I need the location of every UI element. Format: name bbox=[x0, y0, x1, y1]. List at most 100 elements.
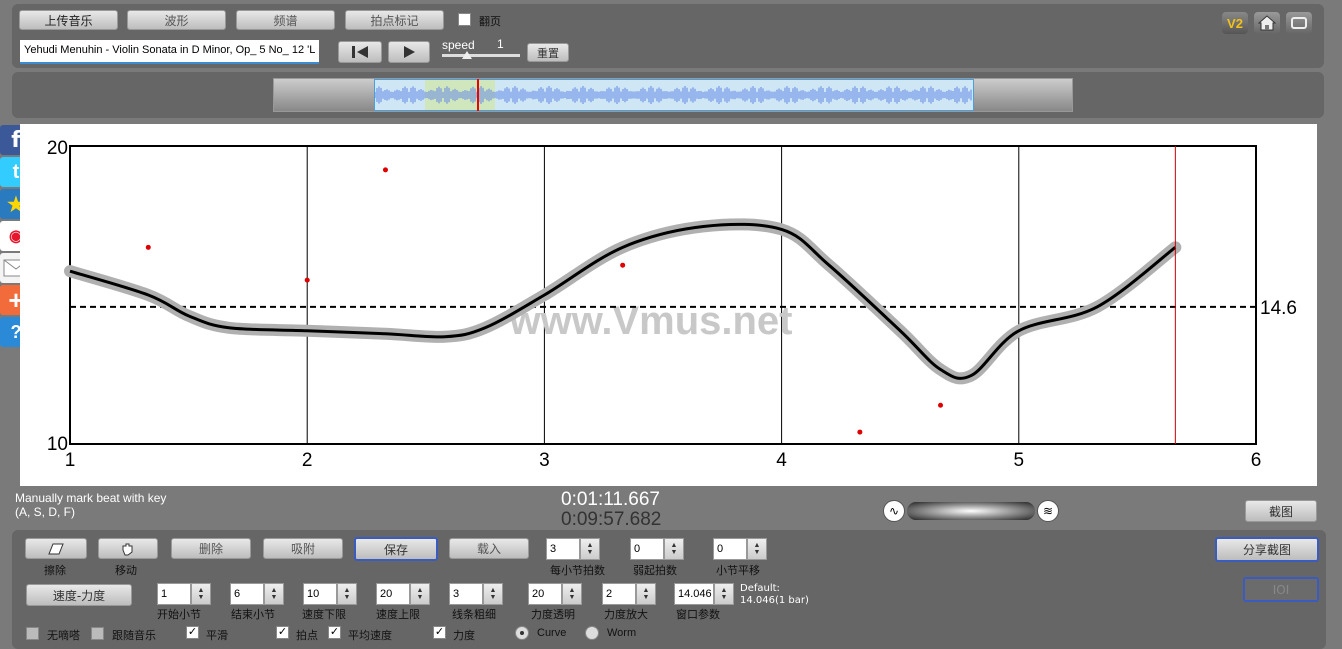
end-bar-arrows[interactable]: ▲ ▼ bbox=[264, 583, 284, 605]
worm-label: Worm bbox=[607, 627, 637, 639]
end-bar-stepper[interactable]: ▲▼ bbox=[230, 583, 286, 605]
tempo-max-arrows[interactable]: ▲ ▼ bbox=[410, 583, 430, 605]
bar-shift-label: 小节平移 bbox=[716, 564, 760, 577]
tempo-min-label: 速度下限 bbox=[302, 608, 346, 621]
tempo-chart[interactable]: www.Vmus.net 14.61 2 3 4 5 61020 bbox=[20, 124, 1317, 486]
speed-value: 1 bbox=[497, 37, 504, 51]
waveform-graphic bbox=[375, 86, 972, 104]
speed-slider-thumb[interactable] bbox=[462, 51, 472, 59]
no-click-label: 无嘀嗒 bbox=[47, 629, 80, 642]
curve-radio[interactable] bbox=[515, 626, 529, 640]
line-width-input[interactable] bbox=[449, 583, 483, 605]
home-button[interactable] bbox=[1254, 12, 1280, 34]
beat-point[interactable] bbox=[938, 402, 944, 408]
dyn-zoom-arrows[interactable]: ▲ ▼ bbox=[636, 583, 656, 605]
x-tick-label: 4 bbox=[776, 450, 787, 471]
tempo-max-stepper[interactable]: ▲▼ bbox=[376, 583, 432, 605]
version-badge[interactable]: V2 bbox=[1222, 12, 1248, 34]
avg-tempo-label: 平均速度 bbox=[348, 629, 392, 642]
smooth-checkbox[interactable]: ✓ bbox=[186, 626, 199, 639]
dyn-transparency-stepper[interactable]: ▲▼ bbox=[528, 583, 584, 605]
speed-slider[interactable] bbox=[442, 51, 520, 59]
dyn-transparency-label: 力度透明 bbox=[531, 608, 575, 621]
beats-per-bar-input[interactable] bbox=[546, 538, 580, 560]
beat-point[interactable] bbox=[304, 277, 310, 283]
beat-points-label: 拍点 bbox=[296, 629, 318, 642]
page-turn-label: 翻页 bbox=[479, 15, 501, 28]
beat-points-checkbox[interactable]: ✓ bbox=[276, 626, 289, 639]
move-button[interactable] bbox=[98, 538, 158, 559]
tempo-min-arrows[interactable]: ▲ ▼ bbox=[337, 583, 357, 605]
page-turn-checkbox[interactable] bbox=[458, 13, 471, 26]
erase-button[interactable] bbox=[25, 538, 87, 559]
line-width-arrows[interactable]: ▲ ▼ bbox=[483, 583, 503, 605]
snap-button[interactable]: 吸附 bbox=[263, 538, 343, 559]
pickup-beats-arrows[interactable]: ▲ ▼ bbox=[664, 538, 684, 560]
dyn-transparency-arrows[interactable]: ▲ ▼ bbox=[562, 583, 582, 605]
pickup-beats-stepper[interactable]: ▲▼ bbox=[630, 538, 686, 560]
ioi-button[interactable]: IOI bbox=[1243, 577, 1319, 602]
beat-point[interactable] bbox=[857, 429, 863, 435]
window-param-stepper[interactable]: ▲▼ bbox=[674, 583, 734, 605]
tempo-max-label: 速度上限 bbox=[376, 608, 420, 621]
beat-mark-button[interactable]: 拍点标记 bbox=[345, 10, 444, 30]
zoom-out-icon[interactable]: ∿ bbox=[883, 500, 905, 522]
dyn-zoom-input[interactable] bbox=[602, 583, 636, 605]
overview-waveform[interactable] bbox=[273, 78, 1073, 112]
rewind-button[interactable] bbox=[338, 41, 382, 63]
dyn-zoom-stepper[interactable]: ▲▼ bbox=[602, 583, 658, 605]
bar-shift-arrows[interactable]: ▲ ▼ bbox=[747, 538, 767, 560]
pickup-beats-input[interactable] bbox=[630, 538, 664, 560]
follow-music-checkbox[interactable] bbox=[91, 627, 104, 640]
zoom-control[interactable]: ∿ ≋ bbox=[883, 500, 1059, 522]
dynamics-checkbox[interactable]: ✓ bbox=[433, 626, 446, 639]
window-param-input[interactable] bbox=[674, 583, 714, 605]
upload-music-button[interactable]: 上传音乐 bbox=[19, 10, 118, 30]
start-bar-stepper[interactable]: ▲▼ bbox=[157, 583, 213, 605]
start-bar-arrows[interactable]: ▲ ▼ bbox=[191, 583, 211, 605]
screenshot-button[interactable]: 截图 bbox=[1245, 500, 1317, 522]
play-button[interactable] bbox=[388, 41, 430, 63]
watermark: www.Vmus.net bbox=[508, 299, 792, 343]
overview-playhead[interactable] bbox=[476, 79, 479, 111]
bar-shift-stepper[interactable]: ▲▼ bbox=[713, 538, 769, 560]
line-width-label: 线条粗细 bbox=[452, 608, 496, 621]
beat-point[interactable] bbox=[382, 167, 388, 173]
end-bar-input[interactable] bbox=[230, 583, 264, 605]
save-button[interactable]: 保存 bbox=[354, 537, 438, 561]
avg-tempo-checkbox[interactable]: ✓ bbox=[328, 626, 341, 639]
smooth-label: 平滑 bbox=[206, 629, 228, 642]
start-bar-input[interactable] bbox=[157, 583, 191, 605]
waveform-button[interactable]: 波形 bbox=[127, 10, 226, 30]
tempo-max-input[interactable] bbox=[376, 583, 410, 605]
line-width-stepper[interactable]: ▲▼ bbox=[449, 583, 505, 605]
load-button[interactable]: 载入 bbox=[449, 538, 529, 559]
window-param-arrows[interactable]: ▲ ▼ bbox=[714, 583, 734, 605]
mode-button[interactable]: 速度-力度 bbox=[26, 584, 132, 606]
bar-shift-input[interactable] bbox=[713, 538, 747, 560]
worm-radio[interactable] bbox=[585, 626, 599, 640]
y-tick-label: 20 bbox=[47, 138, 68, 159]
tempo-min-stepper[interactable]: ▲▼ bbox=[303, 583, 359, 605]
dyn-transparency-input[interactable] bbox=[528, 583, 562, 605]
beats-per-bar-stepper[interactable]: ▲▼ bbox=[546, 538, 602, 560]
file-name-field[interactable]: Yehudi Menuhin - Violin Sonata in D Mino… bbox=[20, 40, 319, 64]
tempo-min-input[interactable] bbox=[303, 583, 337, 605]
zoom-slider[interactable] bbox=[907, 502, 1035, 520]
hand-icon bbox=[122, 543, 133, 555]
reset-button[interactable]: 重置 bbox=[527, 43, 569, 62]
beat-point[interactable] bbox=[620, 262, 626, 268]
overview-visible-window[interactable] bbox=[374, 79, 974, 111]
zoom-in-icon[interactable]: ≋ bbox=[1037, 500, 1059, 522]
delete-button[interactable]: 删除 bbox=[171, 538, 251, 559]
beat-point[interactable] bbox=[145, 244, 151, 250]
share-screenshot-button[interactable]: 分享截图 bbox=[1215, 537, 1319, 562]
fullscreen-button[interactable] bbox=[1286, 12, 1312, 34]
spectrum-button[interactable]: 频谱 bbox=[236, 10, 335, 30]
play-icon bbox=[404, 46, 415, 58]
home-icon bbox=[1258, 15, 1276, 31]
beats-per-bar-arrows[interactable]: ▲ ▼ bbox=[580, 538, 600, 560]
current-time: 0:01:11.667 bbox=[561, 489, 660, 510]
default-line-2: 14.046(1 bar) bbox=[740, 595, 809, 606]
no-click-checkbox[interactable] bbox=[26, 627, 39, 640]
